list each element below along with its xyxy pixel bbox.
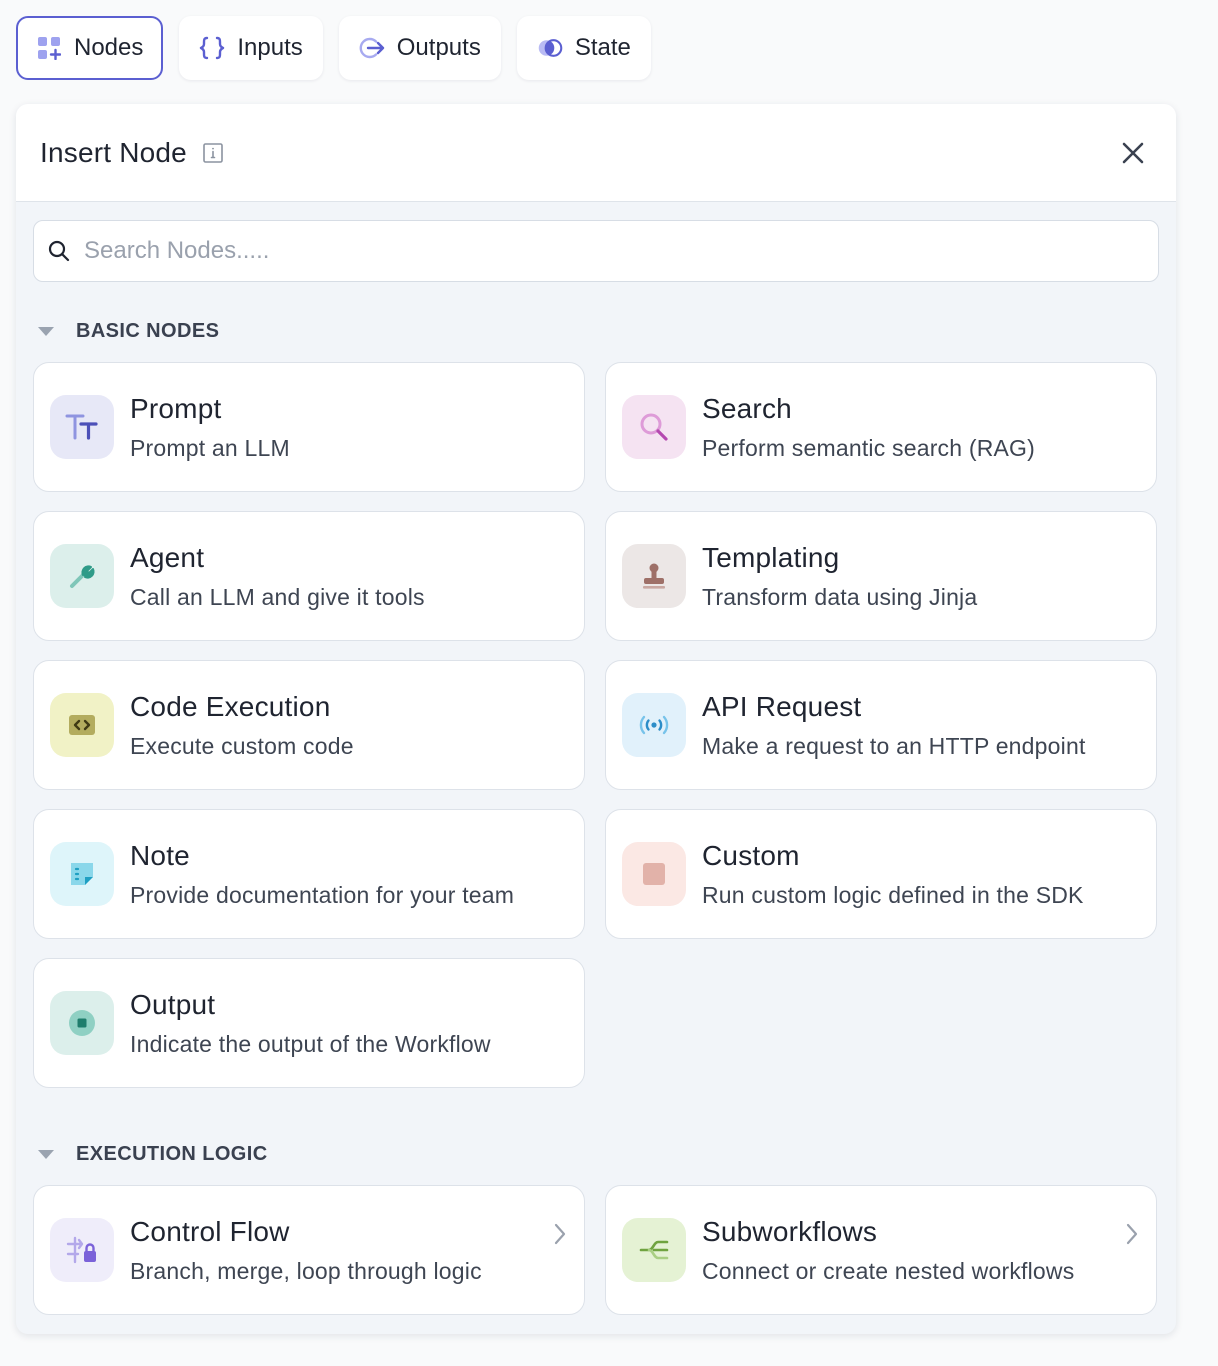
node-card-search[interactable]: Search Perform semantic search (RAG) (605, 362, 1157, 492)
tab-nodes[interactable]: Nodes (16, 16, 164, 80)
node-card-note[interactable]: Note Provide documentation for your team (33, 809, 585, 939)
node-card-agent[interactable]: Agent Call an LLM and give it tools (33, 511, 585, 641)
node-card-templating[interactable]: Templating Transform data using Jinja (605, 511, 1157, 641)
node-desc: Execute custom code (130, 732, 354, 759)
node-title: Prompt (130, 392, 222, 424)
node-title: Control Flow (130, 1215, 290, 1247)
node-desc: Branch, merge, loop through logic (130, 1257, 482, 1284)
node-desc: Indicate the output of the Workflow (130, 1030, 491, 1057)
info-icon[interactable] (203, 142, 223, 163)
caret-down-icon (38, 327, 54, 336)
tab-outputs[interactable]: Outputs (338, 16, 501, 80)
section-title: EXECUTION LOGIC (76, 1143, 268, 1165)
square-icon (622, 842, 686, 906)
search-icon (622, 395, 686, 459)
node-card-code-execution[interactable]: Code Execution Execute custom code (33, 660, 585, 790)
state-circles-icon (537, 35, 563, 61)
node-card-prompt[interactable]: Prompt Prompt an LLM (33, 362, 585, 492)
node-card-custom[interactable]: Custom Run custom logic defined in the S… (605, 809, 1157, 939)
panel-header: Insert Node (16, 104, 1176, 202)
arrow-right-circle-icon (359, 35, 385, 61)
tab-label: Nodes (74, 34, 144, 61)
node-title: Subworkflows (702, 1215, 878, 1247)
caret-down-icon (38, 1150, 54, 1159)
tab-inputs[interactable]: Inputs (179, 16, 323, 80)
section-header-execution-logic[interactable]: EXECUTION LOGIC (38, 1143, 268, 1166)
node-desc: Transform data using Jinja (702, 583, 978, 610)
tab-label: State (574, 34, 631, 61)
node-desc: Perform semantic search (RAG) (702, 434, 1035, 461)
control-flow-icon (50, 1218, 114, 1282)
node-title: Agent (130, 541, 205, 573)
braces-icon (199, 35, 225, 61)
tab-state[interactable]: State (516, 16, 651, 80)
panel-title: Insert Node (40, 136, 187, 168)
node-title: Note (130, 839, 190, 871)
node-card-output[interactable]: Output Indicate the output of the Workfl… (33, 958, 585, 1088)
broadcast-icon (622, 693, 686, 757)
section-title: BASIC NODES (76, 320, 220, 342)
stamp-icon (622, 544, 686, 608)
insert-node-panel: Insert Node BASIC NODES (16, 104, 1176, 1334)
node-desc: Provide documentation for your team (130, 881, 515, 908)
code-icon (50, 693, 114, 757)
node-title: Custom (702, 839, 800, 871)
node-card-control-flow[interactable]: Control Flow Branch, merge, loop through… (33, 1185, 585, 1315)
node-title: Templating (702, 541, 840, 573)
node-desc: Prompt an LLM (130, 434, 290, 461)
node-desc: Connect or create nested workflows (702, 1257, 1075, 1284)
tab-label: Inputs (237, 34, 303, 61)
text-type-icon (50, 395, 114, 459)
node-desc: Run custom logic defined in the SDK (702, 881, 1084, 908)
section-header-basic-nodes[interactable]: BASIC NODES (38, 320, 219, 343)
nodes-icon (36, 35, 62, 61)
node-title: Output (130, 988, 216, 1020)
tab-label: Outputs (396, 34, 481, 61)
output-stop-icon (50, 991, 114, 1055)
top-tabs: Nodes Inputs Outputs State (16, 16, 651, 80)
search-input[interactable] (84, 237, 1144, 265)
note-icon (50, 842, 114, 906)
node-desc: Call an LLM and give it tools (130, 583, 425, 610)
node-desc: Make a request to an HTTP endpoint (702, 732, 1086, 759)
node-card-subworkflows[interactable]: Subworkflows Connect or create nested wo… (605, 1185, 1157, 1315)
node-title: Search (702, 392, 792, 424)
node-card-api-request[interactable]: API Request Make a request to an HTTP en… (605, 660, 1157, 790)
chevron-right-icon (1124, 1222, 1140, 1246)
search-icon (48, 240, 70, 262)
node-title: Code Execution (130, 690, 331, 722)
search-box (33, 220, 1159, 282)
wrench-icon (50, 544, 114, 608)
subworkflow-icon (622, 1218, 686, 1282)
close-icon[interactable] (1120, 140, 1146, 166)
node-title: API Request (702, 690, 862, 722)
chevron-right-icon (552, 1222, 568, 1246)
